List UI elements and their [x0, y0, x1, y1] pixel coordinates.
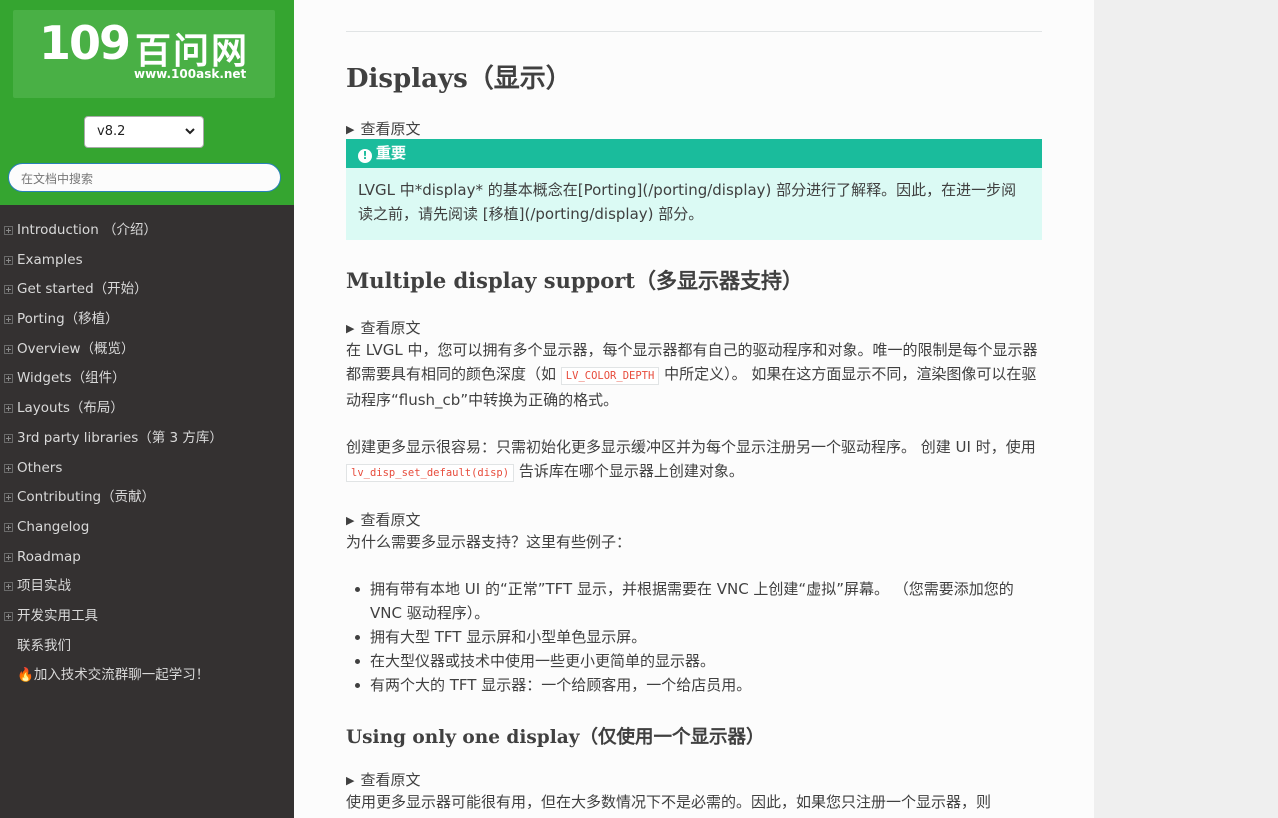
sidebar-item-overview[interactable]: Overview（概览）	[0, 335, 294, 365]
sidebar-item-roadmap[interactable]: Roadmap	[0, 543, 294, 573]
inline-code: lv_disp_set_default(disp)	[346, 464, 515, 482]
sidebar-item-changelog[interactable]: Changelog	[0, 513, 294, 543]
sidebar-item-contact[interactable]: 联系我们	[0, 632, 294, 662]
section-heading-multiple-display: Multiple display support（多显示器支持）	[346, 268, 803, 293]
paragraph: 使用更多显示器可能很有用，但在大多数情况下不是必需的。因此，如果您只注册一个显示…	[346, 793, 992, 811]
expand-icon[interactable]	[4, 226, 13, 235]
version-select[interactable]: v8.2	[84, 116, 204, 148]
expand-icon[interactable]	[4, 344, 13, 354]
sidebar-item-layouts[interactable]: Layouts（布局）	[0, 394, 294, 424]
admonition-body: LVGL 中*display* 的基本概念在[Porting](/porting…	[358, 181, 1017, 223]
logo-number: 109	[39, 16, 131, 70]
list-item: 拥有带有本地 UI 的“正常”TFT 显示，并根据需要在 VNC 上创建“虚拟”…	[346, 577, 1042, 625]
details-toggle[interactable]: ▶ 查看原文	[346, 118, 420, 139]
section-heading-one-display: Using only one display（仅使用一个显示器）	[346, 727, 765, 748]
top-divider	[346, 31, 1042, 32]
sidebar-item-label: Get started（开始）	[17, 281, 148, 298]
flame-icon: 🔥	[17, 667, 34, 684]
sidebar-item-contributing[interactable]: Contributing（贡献）	[0, 483, 294, 513]
sidebar-item-label: 开发实用工具	[17, 607, 98, 624]
sidebar-item-projects[interactable]: 项目实战	[0, 572, 294, 602]
sidebar-item-label: Roadmap	[17, 548, 81, 565]
sidebar-item-label: 联系我们	[17, 637, 71, 654]
expand-icon[interactable]	[4, 374, 13, 384]
inline-code: LV_COLOR_DEPTH	[560, 367, 660, 385]
details-toggle[interactable]: ▶ 查看原文	[346, 769, 420, 790]
details-label: 查看原文	[360, 319, 421, 337]
expand-icon[interactable]	[4, 611, 13, 621]
triangle-right-icon: ▶	[346, 514, 355, 527]
triangle-right-icon: ▶	[346, 123, 355, 136]
sidebar-item-label: Others	[17, 459, 63, 476]
sidebar-item-widgets[interactable]: Widgets（组件）	[0, 364, 294, 394]
expand-icon[interactable]	[4, 315, 13, 325]
sidebar-nav: Introduction （介绍） Examples Get started（开…	[0, 216, 294, 691]
sidebar-item-label: Introduction （介绍）	[17, 222, 158, 238]
triangle-right-icon: ▶	[346, 774, 355, 787]
triangle-right-icon: ▶	[346, 322, 355, 335]
search-placeholder: 在文档中搜索	[21, 172, 94, 186]
expand-icon[interactable]	[4, 493, 13, 503]
details-toggle[interactable]: ▶ 查看原文	[346, 509, 420, 530]
page-title: Displays（显示）	[346, 64, 572, 94]
paragraph: 为什么需要多显示器支持？这里有些例子：	[346, 533, 632, 551]
sidebar-item-3rd-party-libraries[interactable]: 3rd party libraries（第 3 方库）	[0, 424, 294, 454]
sidebar-item-label: Widgets（组件）	[17, 370, 126, 387]
details-label: 查看原文	[360, 771, 421, 789]
sidebar-item-label: Porting（移植）	[17, 311, 119, 328]
sidebar-item-porting[interactable]: Porting（移植）	[0, 305, 294, 335]
chevron-down-icon	[185, 128, 195, 135]
search-input[interactable]: 在文档中搜索	[8, 163, 281, 192]
paragraph: 在 LVGL 中，您可以拥有多个显示器，每个显示器都有自己的驱动程序和对象。唯一…	[346, 338, 1042, 412]
paragraph: 创建更多显示很容易：只需初始化更多显示缓冲区并为每个显示注册另一个驱动程序。 创…	[346, 435, 1042, 485]
exclamation-icon: !	[358, 149, 372, 163]
sidebar: 109 百问网 www.100ask.net v8.2 在文档中搜索 Intro…	[0, 0, 294, 818]
list-item: 在大型仪器或技术中使用一些更小更简单的显示器。	[346, 649, 1042, 673]
sidebar-item-label: Overview（概览）	[17, 340, 135, 357]
paragraph-text: 告诉库在哪个显示器上创建对象。	[518, 462, 744, 480]
sidebar-item-examples[interactable]: Examples	[0, 246, 294, 276]
main-content: Displays（显示） ▶ 查看原文 ! 重要 LVGL 中*display* 的…	[294, 0, 1094, 818]
expand-icon[interactable]	[4, 255, 13, 265]
expand-icon[interactable]	[4, 552, 13, 562]
sidebar-item-others[interactable]: Others	[0, 454, 294, 484]
sidebar-header: 109 百问网 www.100ask.net v8.2 在文档中搜索	[0, 0, 294, 205]
list-item: 有两个大的 TFT 显示器：一个给顾客用，一个给店员用。	[346, 673, 1042, 697]
sidebar-item-dev-tools[interactable]: 开发实用工具	[0, 602, 294, 632]
list-item: 拥有大型 TFT 显示屏和小型单色显示屏。	[346, 625, 1042, 649]
sidebar-item-label: Contributing（贡献）	[17, 489, 156, 506]
sidebar-item-get-started[interactable]: Get started（开始）	[0, 275, 294, 305]
sidebar-item-label: 项目实战	[17, 578, 71, 595]
details-label: 查看原文	[360, 511, 421, 529]
details-toggle[interactable]: ▶ 查看原文	[346, 317, 420, 338]
admonition-title-text: 重要	[376, 144, 407, 162]
details-label: 查看原文	[360, 120, 421, 138]
expand-icon[interactable]	[4, 582, 13, 592]
sidebar-item-label: 3rd party libraries（第 3 方库）	[17, 429, 223, 446]
expand-icon[interactable]	[4, 463, 13, 473]
expand-icon[interactable]	[4, 404, 13, 414]
sidebar-item-label: 加入技术交流群聊一起学习！	[33, 667, 210, 684]
sidebar-item-label: Examples	[17, 251, 83, 268]
version-selected: v8.2	[97, 124, 126, 139]
example-list: 拥有带有本地 UI 的“正常”TFT 显示，并根据需要在 VNC 上创建“虚拟”…	[346, 577, 1042, 697]
paragraph-text: 创建更多显示很容易：只需初始化更多显示缓冲区并为每个显示注册另一个驱动程序。 创…	[346, 438, 1036, 456]
sidebar-item-label: Changelog	[17, 518, 90, 535]
expand-icon[interactable]	[4, 433, 13, 443]
important-admonition: ! 重要 LVGL 中*display* 的基本概念在[Porting](/por…	[346, 139, 1042, 240]
site-logo[interactable]: 109 百问网 www.100ask.net	[13, 10, 275, 98]
sidebar-item-join-group[interactable]: 🔥加入技术交流群聊一起学习！	[0, 661, 294, 691]
logo-url: www.100ask.net	[134, 67, 247, 81]
sidebar-item-introduction[interactable]: Introduction （介绍）	[0, 216, 294, 246]
sidebar-item-label: Layouts（布局）	[17, 400, 124, 417]
right-gutter	[1094, 0, 1278, 818]
expand-icon[interactable]	[4, 285, 13, 295]
admonition-title: ! 重要	[346, 139, 1042, 168]
expand-icon[interactable]	[4, 522, 13, 532]
